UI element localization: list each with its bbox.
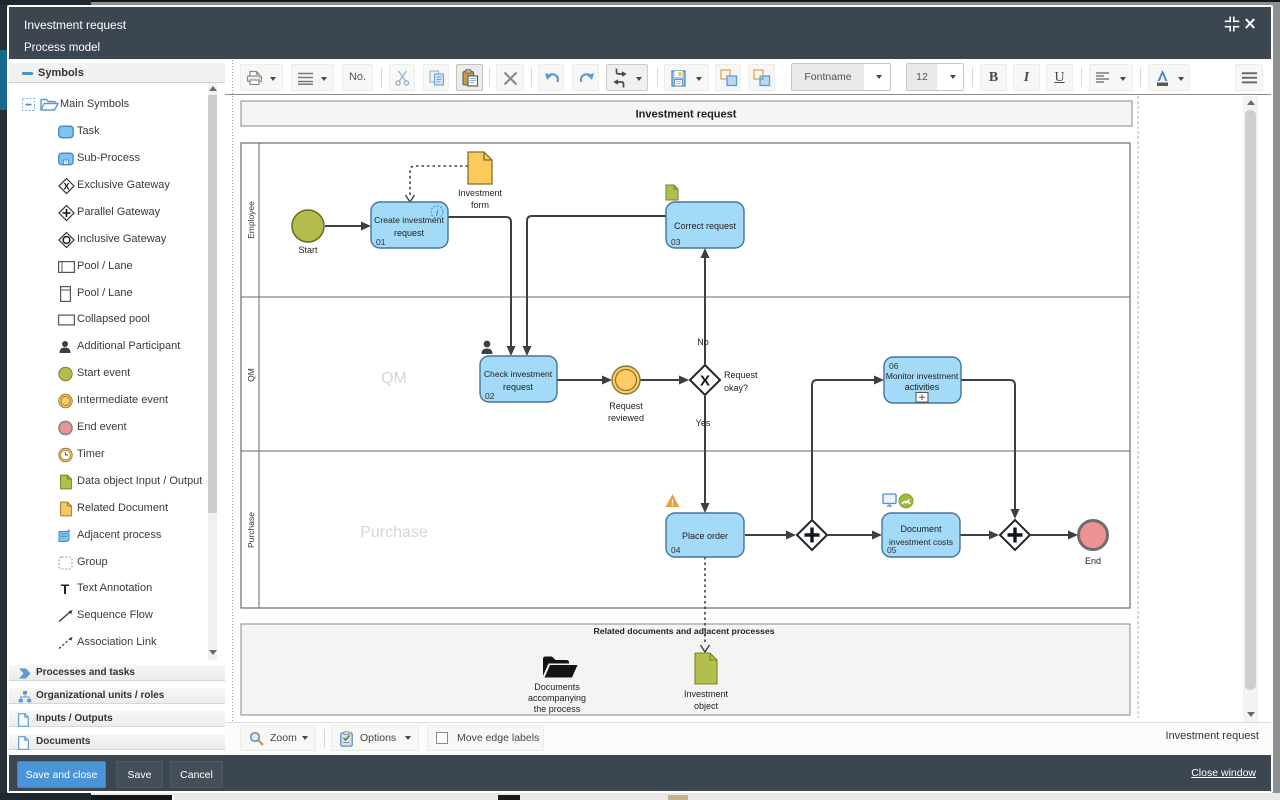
svg-text:Request: Request bbox=[609, 401, 643, 411]
svg-text:request: request bbox=[503, 382, 534, 392]
svg-text:02: 02 bbox=[485, 391, 495, 401]
svg-text:Request: Request bbox=[724, 370, 758, 380]
svg-text:Investment: Investment bbox=[684, 689, 729, 699]
svg-text:request: request bbox=[394, 228, 425, 238]
svg-text:activities: activities bbox=[905, 382, 940, 392]
svg-text:form: form bbox=[471, 200, 489, 210]
svg-text:Start: Start bbox=[298, 245, 318, 255]
svg-text:Documents: Documents bbox=[534, 682, 580, 692]
svg-text:06: 06 bbox=[889, 361, 899, 371]
svg-text:X: X bbox=[700, 373, 710, 390]
svg-text:object: object bbox=[694, 701, 719, 711]
svg-text:Correct request: Correct request bbox=[674, 221, 737, 231]
svg-text:the process: the process bbox=[534, 704, 581, 714]
svg-text:Check investment: Check investment bbox=[484, 369, 553, 379]
svg-text:Purchase: Purchase bbox=[360, 524, 428, 541]
svg-text:04: 04 bbox=[671, 545, 681, 555]
svg-text:Purchase: Purchase bbox=[246, 512, 256, 548]
svg-text:03: 03 bbox=[671, 237, 681, 247]
svg-text:05: 05 bbox=[887, 545, 897, 555]
svg-text:Yes: Yes bbox=[696, 418, 711, 428]
svg-text:QM: QM bbox=[381, 370, 407, 387]
svg-text:Related documents and adjacent: Related documents and adjacent processes bbox=[593, 626, 774, 636]
svg-text:okay?: okay? bbox=[724, 383, 748, 393]
svg-text:01: 01 bbox=[376, 237, 386, 247]
svg-text:investment costs: investment costs bbox=[889, 537, 953, 547]
svg-text:Place order: Place order bbox=[682, 531, 728, 541]
svg-text:Investment: Investment bbox=[458, 188, 503, 198]
svg-text:accompanying: accompanying bbox=[528, 693, 586, 703]
svg-text:Monitor investment: Monitor investment bbox=[886, 371, 959, 381]
svg-text:No: No bbox=[697, 337, 709, 347]
svg-text:Employee: Employee bbox=[246, 201, 256, 239]
svg-text:End: End bbox=[1085, 556, 1101, 566]
svg-text:reviewed: reviewed bbox=[608, 413, 644, 423]
svg-text:Create investment: Create investment bbox=[374, 215, 444, 225]
svg-text:QM: QM bbox=[246, 368, 256, 382]
svg-text:Document: Document bbox=[900, 524, 942, 534]
svg-text:Investment request: Investment request bbox=[636, 109, 737, 121]
svg-text:!: ! bbox=[671, 498, 674, 508]
